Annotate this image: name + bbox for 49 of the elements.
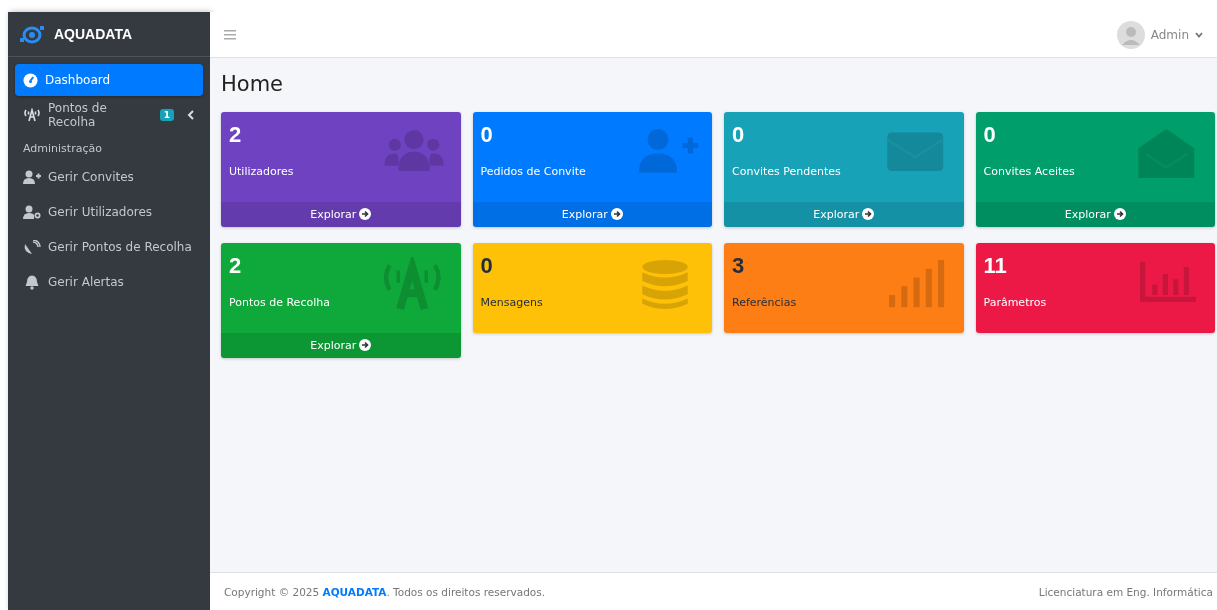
- count-badge: 1: [159, 109, 174, 121]
- stat-label: Referências: [732, 296, 797, 309]
- stat-label: Pedidos de Convite: [480, 165, 586, 178]
- explore-link[interactable]: Explorar: [221, 333, 461, 358]
- user-menu[interactable]: Admin: [1110, 19, 1209, 50]
- arrow-circle-icon: [1113, 208, 1126, 220]
- arrow-circle-icon: [359, 208, 372, 220]
- satellite-dish-icon: [23, 239, 41, 255]
- stat-value: 3: [732, 253, 745, 279]
- explore-link[interactable]: Explorar: [472, 202, 712, 227]
- stat-value: 0: [480, 253, 493, 279]
- stat-label: Pontos de Recolha: [229, 296, 330, 309]
- menu-icon[interactable]: [224, 29, 236, 40]
- stat-label: Parâmetros: [983, 296, 1047, 309]
- stat-label: Convites Aceites: [983, 165, 1075, 178]
- stat-label: Mensagens: [480, 296, 543, 309]
- stat-label: Utilizadores: [229, 165, 294, 178]
- antenna-icon: [23, 108, 41, 122]
- stat-value: 2: [229, 253, 242, 279]
- chevron-down-icon: [1195, 31, 1203, 38]
- page-title: Home: [221, 72, 284, 96]
- section-heading: Administração: [22, 141, 103, 157]
- bell-icon: [23, 274, 41, 290]
- sidebar-item[interactable]: Gerir Alertas: [15, 266, 203, 298]
- explore-link[interactable]: Explorar: [724, 202, 964, 227]
- sidebar-item[interactable]: Gerir Convites: [15, 161, 203, 193]
- sidebar-item[interactable]: Pontos de Recolha 1: [15, 99, 203, 131]
- stat-value: 0: [480, 122, 493, 148]
- user-plus-icon: [23, 170, 41, 184]
- user-gear-icon: [23, 205, 41, 219]
- dashboard-icon: [23, 72, 38, 88]
- explore-link[interactable]: Explorar: [975, 202, 1215, 227]
- stat-value: 2: [229, 122, 242, 148]
- logo-icon: [18, 24, 46, 44]
- sidebar-item[interactable]: Dashboard: [15, 64, 203, 96]
- avatar-icon: [1116, 20, 1145, 49]
- sidebar-item[interactable]: Gerir Pontos de Recolha: [15, 231, 203, 263]
- stat-value: 11: [983, 253, 1007, 279]
- explore-link[interactable]: Explorar: [221, 202, 461, 227]
- course-text: Licenciatura em Eng. Informática: [1038, 585, 1213, 598]
- stat-value: 0: [732, 122, 745, 148]
- copyright-text: Copyright © 2025 AQUADATA. Todos os direitos reservados.: [224, 585, 546, 598]
- arrow-circle-icon: [610, 208, 623, 220]
- arrow-circle-icon: [359, 339, 372, 351]
- sidebar-item[interactable]: Gerir Utilizadores: [15, 196, 203, 228]
- stat-value: 0: [983, 122, 996, 148]
- brand-name: AQUADATA: [54, 26, 133, 42]
- stat-label: Convites Pendentes: [732, 165, 841, 178]
- arrow-circle-icon: [862, 208, 875, 220]
